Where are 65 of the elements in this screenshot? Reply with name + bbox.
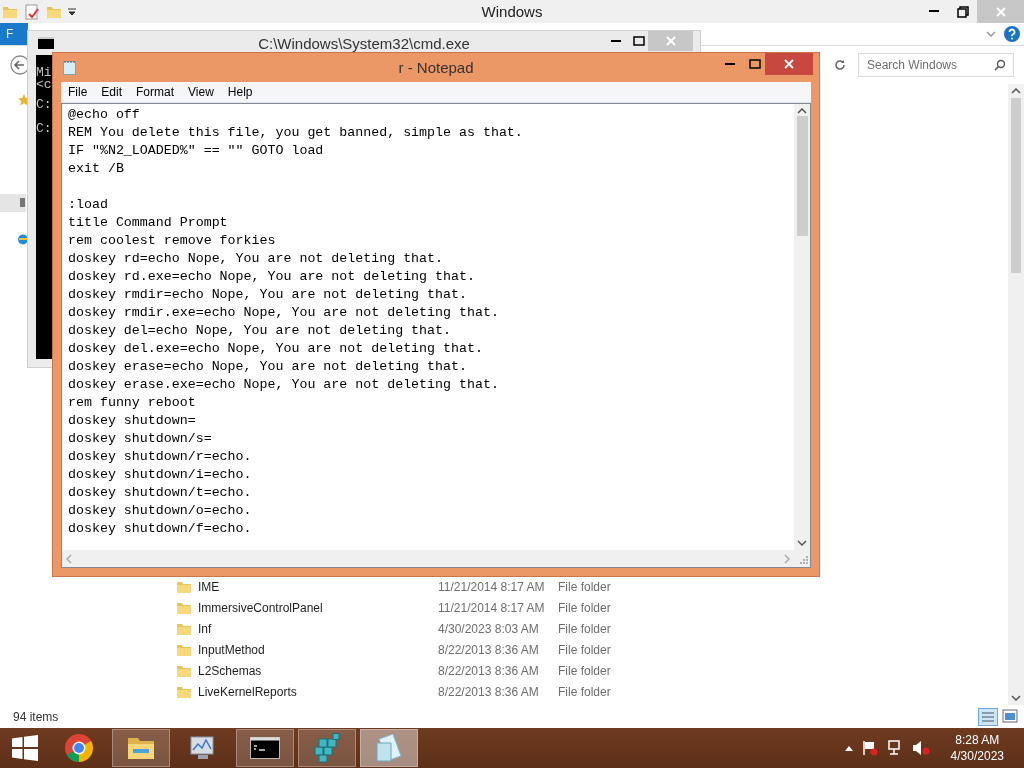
- code-line: doskey del=echo Nope, You are not deleting that.: [68, 322, 452, 340]
- code-line: doskey erase.exe=echo Nope, You are not deleting that.: [68, 376, 500, 394]
- file-type: File folder: [558, 621, 611, 636]
- code-line: doskey rd.exe=echo Nope, You are not deleting that.: [68, 268, 476, 286]
- date-modified: 8/22/2013 8:36 AM: [438, 684, 540, 699]
- code-line: doskey rd=echo Nope, You are not deleting that.: [68, 250, 445, 268]
- code-line: rem coolest remove forkies: [68, 232, 277, 250]
- menu-item[interactable]: View: [181, 85, 221, 99]
- file-name: InputMethod: [198, 642, 266, 657]
- menu-item[interactable]: Help: [220, 85, 260, 99]
- search-field[interactable]: Search Windows: [858, 53, 1014, 77]
- file-name: L2Schemas: [198, 663, 263, 678]
- date-modified: 8/22/2013 8:36 AM: [438, 663, 540, 678]
- code-line: doskey shutdown/f=echo.: [68, 520, 253, 538]
- file-type: File folder: [558, 579, 611, 594]
- file-tab[interactable]: F: [0, 23, 28, 45]
- file-row[interactable]: ImmersiveControlPanel 11/21/2014 8:17 AM File folder: [176, 597, 1008, 618]
- window-title: Windows: [481, 3, 543, 20]
- code-line: exit /B: [68, 160, 125, 178]
- code-line: :load: [68, 196, 109, 214]
- menu-item[interactable]: Edit: [94, 85, 130, 99]
- window-title: r - Notepad: [398, 59, 474, 76]
- file-name: LiveKernelReports: [198, 684, 298, 699]
- date-modified: 4/30/2023 8:03 AM: [438, 621, 540, 636]
- date-modified: 11/21/2014 8:17 AM: [438, 579, 546, 594]
- code-line: doskey rmdir.exe=echo Nope, You are not deleting that.: [68, 304, 500, 322]
- file-type: File folder: [558, 642, 611, 657]
- clock-date: 4/30/2023: [950, 748, 1004, 764]
- code-line: @echo off: [68, 106, 141, 124]
- window-title: C:\Windows\System32\cmd.exe: [258, 34, 470, 52]
- file-type: File folder: [558, 600, 611, 615]
- menu-item[interactable]: File: [61, 85, 95, 99]
- file-name: IME: [198, 579, 221, 594]
- code-line: IF "%N2_LOADED%" == "" GOTO load: [68, 142, 325, 160]
- date-modified: 8/22/2013 8:36 AM: [438, 642, 540, 657]
- console-text: C:: [36, 99, 52, 111]
- code-line: doskey shutdown/r=echo.: [68, 448, 253, 466]
- file-name: Inf: [198, 621, 213, 636]
- code-line: doskey shutdown/t=echo.: [68, 484, 253, 502]
- file-row[interactable]: LiveKernelReports 8/22/2013 8:36 AM File folder: [176, 681, 1008, 702]
- file-name: ImmersiveControlPanel: [198, 600, 324, 615]
- clock[interactable]: 8:28 AM 4/30/2023: [950, 732, 1004, 764]
- code-line: doskey shutdown/s=: [68, 430, 213, 448]
- console-text: <c: [36, 79, 52, 91]
- file-row[interactable]: Inf 4/30/2023 8:03 AM File folder: [176, 618, 1008, 639]
- console-text: C:: [36, 123, 52, 135]
- file-type: File folder: [558, 663, 611, 678]
- item-count: 94 items: [13, 709, 59, 724]
- code-line: doskey rmdir=echo Nope, You are not deleting that.: [68, 286, 468, 304]
- code-line: REM You delete this file, you get banned, simple as that.: [68, 124, 524, 142]
- console-text: Mi: [36, 67, 52, 79]
- code-line: title Command Prompt: [68, 214, 229, 232]
- menu-item[interactable]: Format: [129, 85, 182, 99]
- date-modified: 11/21/2014 8:17 AM: [438, 600, 546, 615]
- code-line: doskey erase=echo Nope, You are not deleting that.: [68, 358, 468, 376]
- file-row[interactable]: InputMethod 8/22/2013 8:36 AM File folder: [176, 639, 1008, 660]
- file-row[interactable]: IME 11/21/2014 8:17 AM File folder: [176, 576, 1008, 597]
- code-line: doskey shutdown/o=echo.: [68, 502, 253, 520]
- code-line: doskey shutdown=: [68, 412, 197, 430]
- clock-time: 8:28 AM: [955, 732, 1000, 748]
- file-type: File folder: [558, 684, 611, 699]
- code-line: doskey shutdown/i=echo.: [68, 466, 253, 484]
- file-row[interactable]: L2Schemas 8/22/2013 8:36 AM File folder: [176, 660, 1008, 681]
- code-line: doskey del.exe=echo Nope, You are not deleting that.: [68, 340, 484, 358]
- code-line: rem funny reboot: [68, 394, 197, 412]
